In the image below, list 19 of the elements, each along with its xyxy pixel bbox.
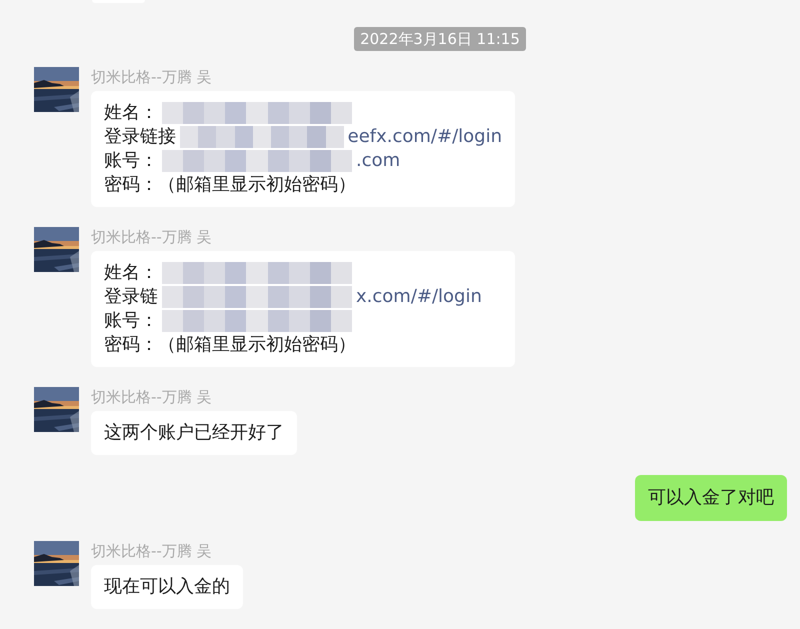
message-line: 账号： [104, 309, 158, 333]
message-line: 密码：（邮箱里显示初始密码） [104, 173, 356, 197]
message-line: 密码：（邮箱里显示初始密码） [104, 333, 356, 357]
sender-name: 切米比格--万腾 吴 [91, 227, 213, 247]
message-line: 账号： [104, 149, 158, 173]
sender-name: 切米比格--万腾 吴 [91, 67, 213, 87]
message-line: 登录链 [104, 285, 158, 309]
message-text: 这两个账户已经开好了 [104, 422, 284, 443]
message-line: 姓名： [104, 101, 158, 125]
login-link[interactable]: .com [356, 149, 400, 173]
message-text: 现在可以入金的 [104, 576, 230, 597]
message-line: 姓名： [104, 261, 158, 285]
message-bubble: 可以入金了对吧 [635, 475, 787, 521]
message-line: 登录链接 [104, 125, 176, 149]
sender-name: 切米比格--万腾 吴 [91, 541, 213, 561]
login-link[interactable]: eefx.com/#/login [348, 125, 502, 149]
sender-name: 切米比格--万腾 吴 [91, 387, 213, 407]
timestamp: 2022年3月16日 11:15 [354, 27, 526, 51]
login-link[interactable]: x.com/#/login [356, 285, 482, 309]
